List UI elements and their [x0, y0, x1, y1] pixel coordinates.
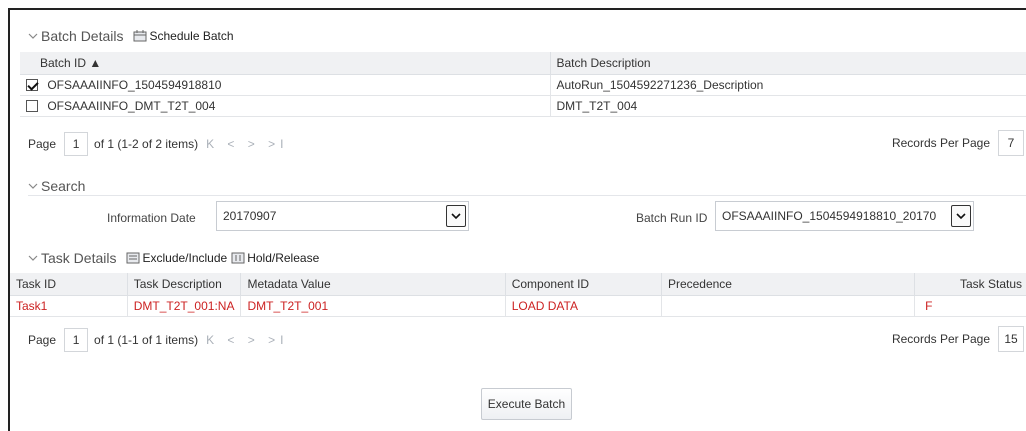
- execute-batch-button[interactable]: Execute Batch: [481, 388, 572, 420]
- hold-release-label: Hold/Release: [247, 251, 320, 265]
- batch-details-title: Batch Details: [41, 28, 124, 44]
- exclude-include-icon: [126, 252, 140, 264]
- table-row[interactable]: OFSAAAIINFO_1504594918810 AutoRun_150459…: [20, 74, 1026, 96]
- batch-records-per-page: Records Per Page 7: [892, 130, 1024, 156]
- precedence-cell: [661, 295, 916, 317]
- rpp-label: Records Per Page: [891, 136, 990, 150]
- exclude-include-button[interactable]: Exclude/Include: [126, 251, 227, 265]
- batch-id-cell: OFSAAAIINFO_1504594918810: [47, 77, 222, 92]
- column-header-metadata-value[interactable]: Metadata Value: [240, 273, 506, 296]
- batch-run-id-select[interactable]: OFSAAAIINFO_1504594918810_20170: [715, 201, 974, 231]
- search-title: Search: [41, 178, 86, 194]
- exclude-include-label: Exclude/Include: [142, 251, 228, 265]
- task-description-cell: DMT_T2T_001:NA: [127, 295, 242, 317]
- page-info: of 1 (1-2 of 2 items): [94, 137, 199, 151]
- table-row[interactable]: OFSAAAIINFO_DMT_T2T_004 DMT_T2T_004: [20, 95, 1026, 117]
- rpp-input[interactable]: 15: [998, 326, 1024, 352]
- table-row[interactable]: Task1 DMT_T2T_001:NA DMT_T2T_001 LOAD DA…: [10, 295, 1026, 317]
- information-date-label: Information Date: [107, 211, 196, 225]
- schedule-batch-label: Schedule Batch: [149, 29, 234, 43]
- row-checkbox[interactable]: [26, 100, 38, 113]
- column-header-precedence[interactable]: Precedence: [661, 273, 916, 296]
- batch-run-id-label: Batch Run ID: [636, 211, 708, 225]
- metadata-value-cell: DMT_T2T_001: [240, 295, 506, 317]
- pager-nav-icons[interactable]: K < > >I: [206, 137, 288, 151]
- task-pager: Page 1 of 1 (1-1 of 1 items) K < > >I: [28, 328, 288, 352]
- collapse-chevron-icon[interactable]: [28, 253, 38, 263]
- task-id-cell: Task1: [10, 295, 128, 317]
- information-date-value: 20170907: [223, 209, 277, 223]
- task-details-header: Task Details Exclude/Include Hold/Releas…: [28, 248, 323, 268]
- batch-pager: Page 1 of 1 (1-2 of 2 items) K < > >I: [28, 132, 288, 156]
- page-number-input[interactable]: 1: [64, 132, 89, 156]
- row-checkbox[interactable]: [26, 79, 38, 92]
- batch-table: Batch ID ▲ Batch Description OFSAAAIINFO…: [20, 52, 1026, 117]
- column-header-component-id[interactable]: Component ID: [505, 273, 662, 296]
- task-status-cell: F: [914, 295, 1026, 317]
- calendar-icon: [133, 30, 147, 42]
- schedule-batch-button[interactable]: Schedule Batch: [133, 29, 234, 43]
- component-id-cell: LOAD DATA: [505, 295, 662, 317]
- collapse-chevron-icon[interactable]: [28, 181, 38, 191]
- page-label: Page: [28, 137, 57, 151]
- rpp-label: Records Per Page: [891, 332, 990, 346]
- information-date-select[interactable]: 20170907: [216, 201, 469, 231]
- hold-release-icon: [231, 252, 245, 264]
- task-records-per-page: Records Per Page 15: [892, 326, 1024, 352]
- hold-release-button[interactable]: Hold/Release: [231, 251, 319, 265]
- column-header-batch-description[interactable]: Batch Description: [550, 52, 1026, 75]
- dropdown-arrow-icon[interactable]: [951, 205, 971, 227]
- batch-description-cell: DMT_T2T_004: [550, 95, 1026, 117]
- batch-execution-panel: Batch Details Schedule Batch Batch ID ▲ …: [8, 8, 1026, 431]
- column-header-task-description[interactable]: Task Description: [127, 273, 242, 296]
- batch-details-header: Batch Details Schedule Batch: [28, 26, 238, 46]
- page-number-input[interactable]: 1: [64, 328, 89, 352]
- page-info: of 1 (1-1 of 1 items): [94, 333, 199, 347]
- pager-nav-icons[interactable]: K < > >I: [206, 333, 288, 347]
- search-divider: [28, 195, 1026, 196]
- search-header: Search: [28, 176, 95, 196]
- batch-run-id-value: OFSAAAIINFO_1504594918810_20170: [722, 209, 937, 223]
- column-header-batch-id[interactable]: Batch ID ▲: [20, 52, 551, 75]
- column-header-task-id[interactable]: Task ID: [10, 273, 128, 296]
- column-header-task-status[interactable]: Task Status: [914, 273, 1026, 296]
- collapse-chevron-icon[interactable]: [28, 31, 38, 41]
- batch-description-cell: AutoRun_1504592271236_Description: [550, 74, 1026, 96]
- page-label: Page: [28, 333, 57, 347]
- rpp-input[interactable]: 7: [998, 130, 1024, 156]
- task-details-title: Task Details: [41, 250, 117, 266]
- task-table: Task ID Task Description Metadata Value …: [10, 273, 1026, 317]
- batch-id-cell: OFSAAAIINFO_DMT_T2T_004: [47, 98, 216, 113]
- dropdown-arrow-icon[interactable]: [446, 205, 466, 227]
